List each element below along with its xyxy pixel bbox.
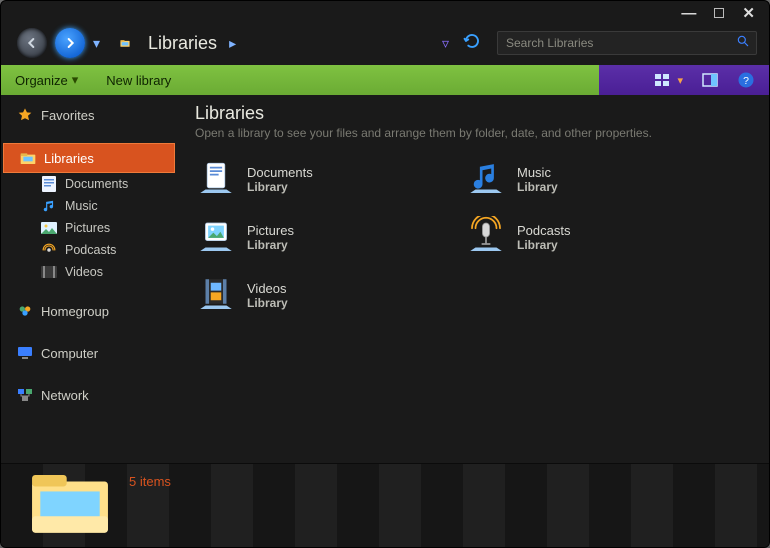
sidebar-libraries[interactable]: Libraries	[3, 143, 175, 173]
music-icon	[41, 198, 57, 214]
recent-dropdown-icon[interactable]: ▾	[93, 35, 100, 52]
podcasts-library-icon	[465, 216, 507, 258]
sidebar-item-label: Podcasts	[65, 243, 116, 257]
view-options-button[interactable]	[653, 71, 671, 89]
sidebar-item-label: Network	[41, 388, 89, 403]
libraries-folder-icon	[114, 35, 130, 51]
svg-text:?: ?	[743, 75, 749, 87]
refresh-icon[interactable]	[463, 32, 481, 55]
sidebar-item-label: Homegroup	[41, 304, 109, 319]
videos-library-icon	[195, 274, 237, 316]
sidebar-network[interactable]: Network	[1, 381, 177, 409]
back-button[interactable]	[17, 28, 47, 58]
library-pictures[interactable]: PicturesLibrary	[195, 216, 445, 258]
documents-library-icon	[195, 158, 237, 200]
sidebar-item-documents[interactable]: Documents	[1, 173, 177, 195]
titlebar: — ✕	[1, 1, 769, 25]
navigation-pane: Favorites Libraries Documents Music Pict…	[1, 95, 177, 463]
library-type: Library	[247, 238, 294, 252]
pictures-library-icon	[195, 216, 237, 258]
breadcrumb-dropdown-icon[interactable]: ▸	[229, 35, 236, 52]
libraries-icon	[20, 150, 36, 166]
search-input[interactable]	[504, 35, 736, 51]
video-icon	[41, 264, 57, 280]
details-pane: 5 items	[1, 463, 769, 547]
chevron-down-icon: ▾	[72, 72, 79, 88]
navigation-bar: ▾ Libraries ▸ ▿	[1, 25, 769, 65]
library-type: Library	[247, 180, 313, 194]
close-button[interactable]: ✕	[742, 4, 755, 22]
sidebar-item-videos[interactable]: Videos	[1, 261, 177, 283]
sidebar-item-podcasts[interactable]: Podcasts	[1, 239, 177, 261]
sidebar-item-label: Documents	[65, 177, 128, 191]
maximize-button[interactable]	[714, 8, 724, 18]
sidebar-item-label: Music	[65, 199, 98, 213]
computer-icon	[17, 345, 33, 361]
library-name: Videos	[247, 281, 288, 296]
sidebar-item-music[interactable]: Music	[1, 195, 177, 217]
library-name: Podcasts	[517, 223, 570, 238]
view-dropdown-icon[interactable]: ▾	[677, 74, 683, 87]
library-videos[interactable]: VideosLibrary	[195, 274, 445, 316]
pictures-icon	[41, 220, 57, 236]
podcast-icon	[41, 242, 57, 258]
forward-button[interactable]	[55, 28, 85, 58]
library-music[interactable]: MusicLibrary	[465, 158, 715, 200]
network-icon	[17, 387, 33, 403]
library-type: Library	[517, 180, 558, 194]
new-library-button[interactable]: New library	[106, 73, 171, 88]
sidebar-item-label: Pictures	[65, 221, 110, 235]
sidebar-item-label: Favorites	[41, 108, 94, 123]
explorer-window: — ✕ ▾ Libraries ▸ ▿ Organize▾	[0, 0, 770, 548]
document-icon	[41, 176, 57, 192]
search-icon[interactable]	[736, 34, 750, 53]
star-icon	[17, 107, 33, 123]
library-type: Library	[247, 296, 288, 310]
main-pane: Libraries Open a library to see your fil…	[177, 95, 769, 463]
sidebar-item-label: Computer	[41, 346, 98, 361]
sidebar-item-label: Libraries	[44, 151, 94, 166]
music-library-icon	[465, 158, 507, 200]
breadcrumb-title[interactable]: Libraries	[148, 33, 217, 54]
library-podcasts[interactable]: PodcastsLibrary	[465, 216, 715, 258]
history-dropdown-icon[interactable]: ▿	[442, 35, 449, 52]
sidebar-item-pictures[interactable]: Pictures	[1, 217, 177, 239]
content-area: Favorites Libraries Documents Music Pict…	[1, 95, 769, 463]
sidebar-homegroup[interactable]: Homegroup	[1, 297, 177, 325]
help-button[interactable]: ?	[737, 71, 755, 89]
minimize-button[interactable]: —	[681, 5, 696, 22]
search-box[interactable]	[497, 31, 757, 55]
homegroup-icon	[17, 303, 33, 319]
library-documents[interactable]: DocumentsLibrary	[195, 158, 445, 200]
library-grid: DocumentsLibrary MusicLibrary PicturesLi…	[195, 158, 751, 316]
sidebar-computer[interactable]: Computer	[1, 339, 177, 367]
command-bar-left: Organize▾ New library	[1, 65, 599, 95]
details-folder-icon	[27, 470, 113, 541]
page-title: Libraries	[195, 103, 751, 124]
command-bar-right: ▾ ?	[599, 65, 769, 95]
library-name: Pictures	[247, 223, 294, 238]
item-count: 5 items	[129, 474, 171, 489]
library-type: Library	[517, 238, 570, 252]
preview-pane-button[interactable]	[701, 71, 719, 89]
library-name: Music	[517, 165, 558, 180]
sidebar-item-label: Videos	[65, 265, 103, 279]
sidebar-favorites[interactable]: Favorites	[1, 101, 177, 129]
command-bar: Organize▾ New library ▾ ?	[1, 65, 769, 95]
organize-button[interactable]: Organize▾	[15, 72, 78, 88]
page-subtitle: Open a library to see your files and arr…	[195, 126, 751, 140]
library-name: Documents	[247, 165, 313, 180]
